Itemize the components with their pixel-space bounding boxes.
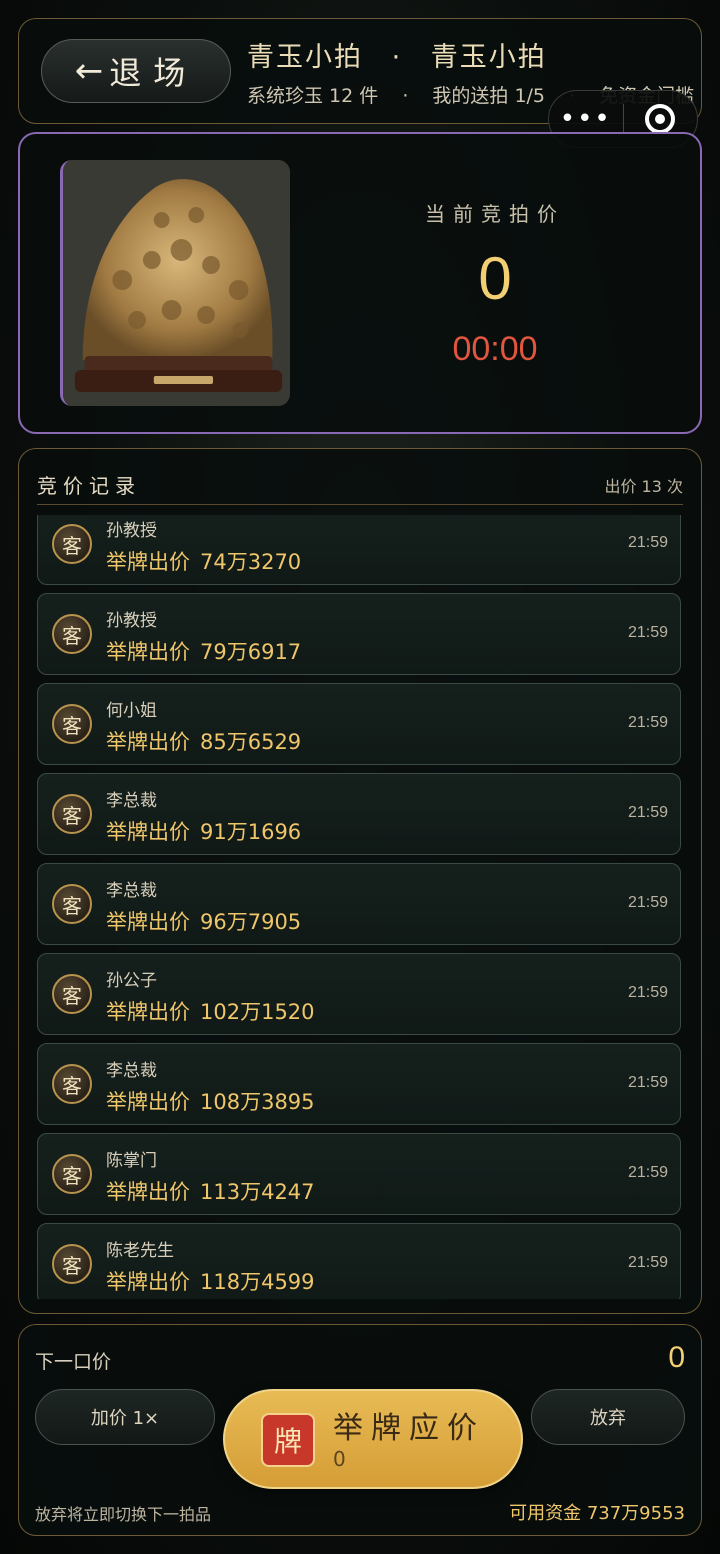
bid-action-label: 举牌出价 [106,1270,190,1294]
bid-action-label: 举牌出价 [106,1180,190,1204]
bidder-avatar: 客 [52,1244,92,1284]
bid-button-amount: 0 [333,1447,346,1471]
bid-action: 举牌出价 102万1520 [106,996,315,1026]
current-price-label: 当前竞拍价 [425,202,565,226]
bidder-name: 孙教授 [106,521,157,541]
my-consignment-count: 我的送拍 1/5 [432,85,546,107]
bid-time: 21:59 [627,1254,668,1271]
bidder-avatar: 客 [52,704,92,744]
bidder-name: 李总裁 [106,1061,157,1081]
bid-time: 21:59 [627,804,668,821]
bid-button-label: 举牌应价 [333,1411,485,1446]
bid-records-list[interactable]: 客孙教授 举牌出价 74万3270 21:59 客孙教授 举牌出价 79万6917 21:59… [37,515,683,1299]
next-price-value: 0 [668,1341,685,1374]
subtitle-separator: · [402,85,409,107]
title-separator: · [391,42,403,73]
bid-record-row: 客李总裁举牌出价 108万3895 21:59 [37,1043,681,1125]
bid-action: 举牌出价 96万7905 [106,906,301,936]
bidder-name: 孙公子 [106,971,157,991]
bidder-avatar: 客 [52,1154,92,1194]
bid-action: 举牌出价 118万4599 [106,1266,315,1296]
bid-action: 举牌出价 85万6529 [106,726,301,756]
bid-time: 21:59 [627,894,668,911]
back-arrow-icon: ← [74,51,104,91]
bidder-name: 李总裁 [106,881,157,901]
bid-time: 21:59 [627,984,668,1001]
records-header: 竞价记录 出价 13 次 [37,465,683,505]
page-title: 青玉小拍 · 青玉小拍 [247,35,547,74]
bidder-avatar: 客 [52,974,92,1014]
bid-record-row: 客孙教授举牌出价 79万6917 21:59 [37,593,681,675]
bid-action-label: 举牌出价 [106,640,190,664]
bidder-avatar: 客 [52,614,92,654]
bid-record-row: 客何小姐举牌出价 85万6529 21:59 [37,683,681,765]
bidder-name: 李总裁 [106,791,157,811]
system-jade-count: 系统珍玉 12 件 [247,85,379,107]
bid-amount: 79万6917 [200,640,302,664]
bid-count: 出价 13 次 [604,476,683,496]
bid-time: 21:59 [627,714,668,731]
bidder-name: 陈老先生 [106,1241,174,1261]
bid-amount: 91万1696 [200,820,302,844]
next-price-label: 下一口价 [35,1351,112,1373]
bid-record-row: 客李总裁举牌出价 91万1696 21:59 [37,773,681,855]
exit-button[interactable]: ← 退场 [41,39,231,103]
paddle-badge-icon: 牌 [261,1413,315,1467]
bidder-avatar: 客 [52,524,92,564]
countdown-timer: 00:00 [452,330,538,368]
bid-action: 举牌出价 91万1696 [106,816,301,846]
more-icon[interactable]: ••• [549,106,623,132]
bidder-avatar: 客 [52,1064,92,1104]
current-lot-card: 当前竞拍价 0 00:00 [18,132,702,434]
available-funds: 可用资金 737万9553 [509,1503,685,1524]
bid-action: 举牌出价 113万4247 [106,1176,315,1206]
abandon-button[interactable]: 放弃 [531,1389,685,1445]
exit-label: 退场 [109,54,198,92]
target-icon[interactable] [624,104,698,134]
raise-paddle-button[interactable]: 牌 举牌应价 0 [223,1389,523,1489]
bid-records-panel: 竞价记录 出价 13 次 客孙教授 举牌出价 74万3270 21:59 客孙教授 举牌出… [18,448,702,1314]
bid-amount: 96万7905 [200,910,302,934]
abandon-tip: 放弃将立即切换下一拍品 [35,1505,212,1524]
bid-time: 21:59 [627,1164,668,1181]
bid-control-panel: 下一口价 0 加价 1× 牌 举牌应价 0 放弃 放弃将立即切换下一拍品 可用资… [18,1324,702,1536]
bid-amount: 113万4247 [200,1180,315,1204]
bid-action: 举牌出价 108万3895 [106,1086,315,1116]
bidder-name: 何小姐 [106,701,157,721]
bidder-avatar: 客 [52,884,92,924]
lot-image[interactable] [60,160,290,406]
bid-record-row: 客孙公子举牌出价 102万1520 21:59 [37,953,681,1035]
current-price: 0 [478,245,512,312]
bid-action: 举牌出价 79万6917 [106,636,301,666]
bid-action: 举牌出价 74万3270 [106,546,301,576]
bidder-name: 陈掌门 [106,1151,157,1171]
records-title: 竞价记录 [37,474,141,498]
bid-amount: 118万4599 [200,1270,315,1294]
bid-amount: 85万6529 [200,730,302,754]
bid-record-row: 客陈掌门举牌出价 113万4247 21:59 [37,1133,681,1215]
bid-action-label: 举牌出价 [106,820,190,844]
bid-time: 21:59 [627,534,668,551]
bid-action-label: 举牌出价 [106,730,190,754]
bidder-name: 孙教授 [106,611,157,631]
bid-time: 21:59 [627,1074,668,1091]
title-left: 青玉小拍 [247,42,363,73]
bidder-avatar: 客 [52,794,92,834]
bid-time: 21:59 [627,624,668,641]
bid-record-row: 客李总裁举牌出价 96万7905 21:59 [37,863,681,945]
title-right: 青玉小拍 [430,42,547,73]
raise-button[interactable]: 加价 1× [35,1389,215,1445]
bid-action-label: 举牌出价 [106,1000,190,1024]
bid-record-row: 客陈老先生举牌出价 118万4599 21:59 [37,1223,681,1299]
bid-action-label: 举牌出价 [106,550,190,574]
bid-amount: 102万1520 [200,1000,315,1024]
bid-action-label: 举牌出价 [106,910,190,934]
bid-amount: 108万3895 [200,1090,315,1114]
bid-record-row: 客孙教授举牌出价 74万3270 21:59 [37,515,681,585]
bid-amount: 74万3270 [200,550,302,574]
bid-action-label: 举牌出价 [106,1090,190,1114]
